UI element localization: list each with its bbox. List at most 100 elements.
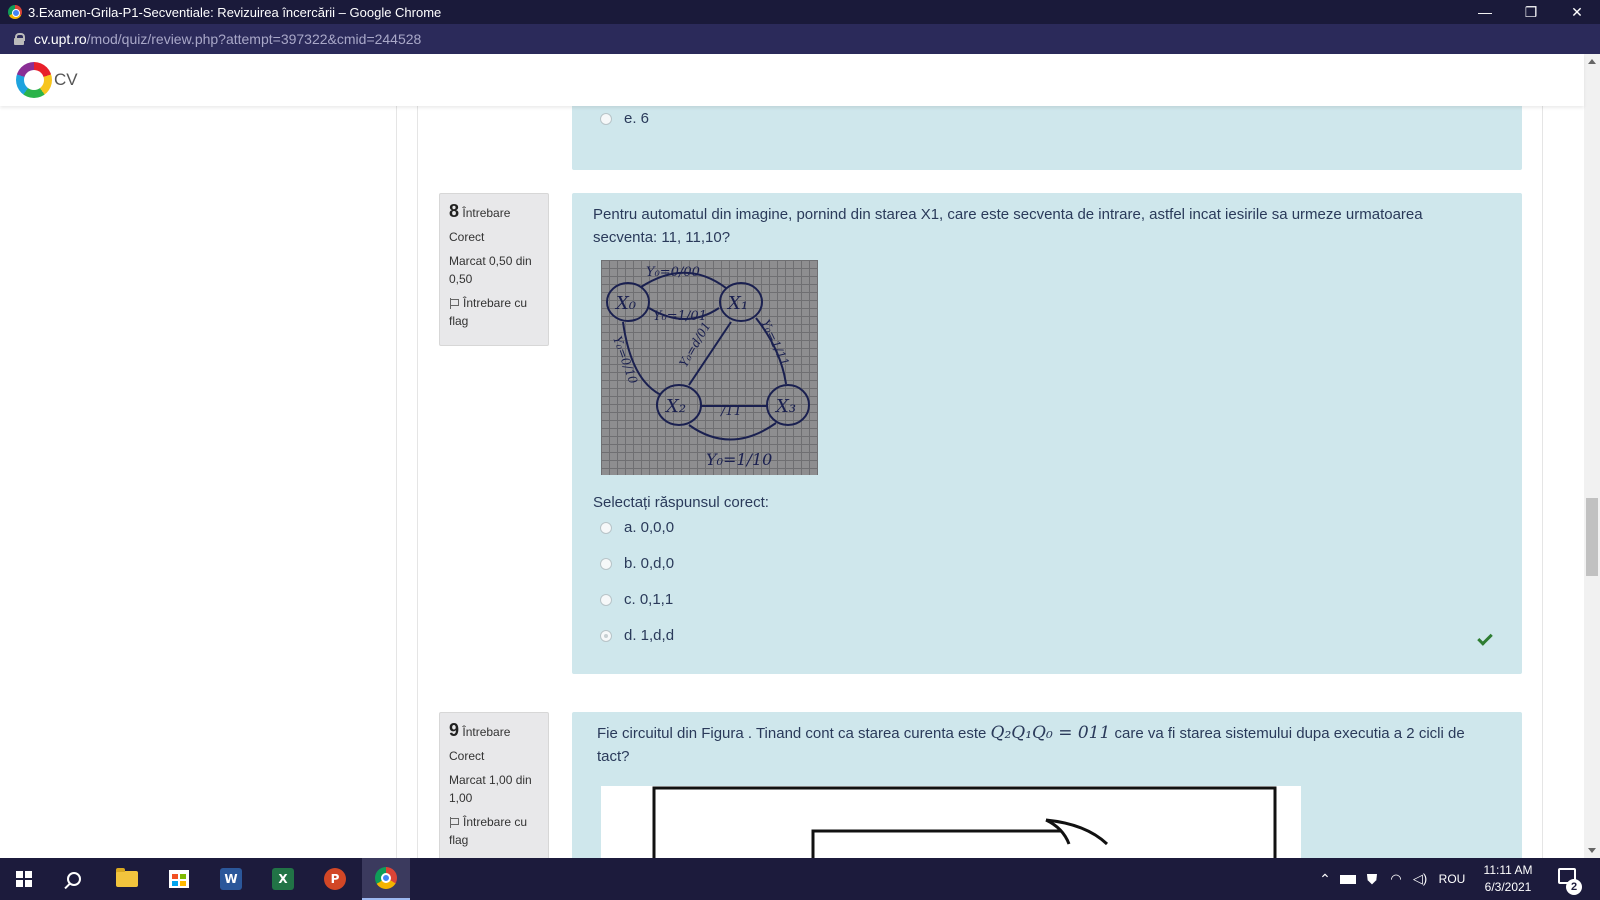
- flag-question-link[interactable]: Întrebare cu flag: [449, 294, 539, 330]
- circuit-figure: [601, 786, 1301, 858]
- folder-icon: [116, 868, 138, 887]
- diagram-label: Y₀=1/11: [758, 317, 792, 368]
- site-logo-text[interactable]: CV: [54, 70, 78, 90]
- diagram-label: X₃: [774, 396, 796, 417]
- diagram-label: X₂: [664, 396, 686, 417]
- flag-icon: [449, 298, 459, 309]
- chrome-icon: [8, 5, 22, 19]
- lock-icon[interactable]: [14, 33, 25, 45]
- close-button[interactable]: ✕: [1554, 0, 1600, 24]
- option-label: c. 0,1,1: [624, 591, 674, 608]
- windows-icon: [16, 871, 32, 887]
- file-explorer-button[interactable]: [103, 858, 151, 900]
- window-title: 3.Examen-Grila-P1-Secventiale: Revizuire…: [28, 4, 442, 20]
- question-text: Fie circuitul din Figura . Tinand cont c…: [597, 722, 1487, 768]
- chrome-taskbar-button[interactable]: [362, 858, 410, 900]
- answer-prompt: Selectați răspunsul corect:: [593, 494, 769, 511]
- clock-date: 6/3/2021: [1484, 880, 1532, 894]
- diagram-label: X₁: [726, 293, 748, 314]
- question-state: Corect: [449, 749, 485, 763]
- clock-time: 11:11 AM: [1483, 863, 1533, 877]
- scroll-thumb[interactable]: [1586, 498, 1598, 576]
- state-diagram-image: X₀ X₁ X₂ X₃ Y₀=0/00 Y₀=1/01 /11 Y₀=1/10 …: [601, 260, 818, 475]
- diagram-label: Y₀=0/00: [646, 265, 700, 280]
- option-label: d. 1,d,d: [624, 627, 675, 644]
- store-icon: [169, 870, 189, 888]
- diagram-label: Y₀=1/01: [653, 309, 707, 324]
- radio-button[interactable]: [600, 557, 612, 570]
- show-hidden-icons-icon[interactable]: ⌃: [1314, 871, 1336, 888]
- taskbar: W X P ⌃ ⛊ ◠ ◁) ROU 11:11 AM 6/3/2021 2: [0, 858, 1600, 900]
- chrome-icon: [375, 867, 397, 889]
- question-mark: Marcat 1,00 din 1,00: [449, 773, 532, 805]
- language-indicator[interactable]: ROU: [1432, 872, 1472, 886]
- start-button[interactable]: [0, 858, 48, 900]
- minimize-button[interactable]: —: [1462, 0, 1508, 24]
- divider: [1542, 106, 1543, 858]
- system-tray: ⌃ ⛊ ◠ ◁) ROU: [1314, 858, 1472, 900]
- address-bar[interactable]: cv.upt.ro/mod/quiz/review.php?attempt=39…: [0, 24, 1600, 54]
- scroll-up-arrow-icon[interactable]: [1588, 59, 1596, 64]
- word-button[interactable]: W: [207, 858, 255, 900]
- diagram-label: Y₀=1/10: [706, 450, 772, 469]
- powerpoint-button[interactable]: P: [311, 858, 359, 900]
- window-title-bar: 3.Examen-Grila-P1-Secventiale: Revizuire…: [0, 0, 1600, 24]
- url-path[interactable]: /mod/quiz/review.php?attempt=397322&cmid…: [87, 31, 422, 47]
- flag-label: Întrebare cu flag: [449, 815, 528, 847]
- page-scrollbar[interactable]: [1584, 54, 1600, 858]
- state-diagram: X₀ X₁ X₂ X₃ Y₀=0/00 Y₀=1/01 /11 Y₀=1/10 …: [606, 265, 810, 469]
- radio-button[interactable]: [600, 593, 612, 606]
- radio-button[interactable]: [600, 521, 612, 534]
- battery-icon[interactable]: [1336, 874, 1360, 884]
- excel-button[interactable]: X: [259, 858, 307, 900]
- diagram-label: Y₀=d/01: [676, 319, 713, 369]
- divider: [396, 106, 397, 858]
- search-button[interactable]: [50, 858, 98, 900]
- notification-count-badge: 2: [1566, 879, 1582, 895]
- powerpoint-icon: P: [324, 868, 346, 890]
- circuit-diagram: [652, 786, 1277, 858]
- question-label: Întrebare: [462, 725, 511, 739]
- volume-icon[interactable]: ◁): [1408, 871, 1432, 887]
- site-header: CV: [0, 54, 1584, 106]
- answer-option-a[interactable]: a. 0,0,0: [600, 519, 674, 536]
- answer-option-d[interactable]: d. 1,d,d: [600, 627, 674, 644]
- answer-option-c[interactable]: c. 0,1,1: [600, 591, 673, 608]
- cv-logo-icon[interactable]: [16, 62, 52, 98]
- diagram-label: X₀: [614, 293, 636, 314]
- excel-icon: X: [272, 868, 294, 890]
- option-label: e. 6: [624, 110, 650, 127]
- url-domain[interactable]: cv.upt.ro: [34, 31, 87, 47]
- security-icon[interactable]: ⛊: [1360, 871, 1384, 888]
- question-text-before: Fie circuitul din Figura . Tinand cont c…: [597, 725, 987, 742]
- window-controls: — ❐ ✕: [1462, 0, 1600, 24]
- radio-button-selected[interactable]: [600, 629, 612, 642]
- search-icon: [67, 872, 81, 886]
- wifi-icon[interactable]: ◠: [1384, 871, 1408, 887]
- word-icon: W: [220, 868, 242, 890]
- radio-button[interactable]: [600, 112, 612, 125]
- question-text: Pentru automatul din imagine, pornind di…: [593, 206, 1423, 246]
- question-number: 8: [449, 201, 460, 221]
- question-number: 9: [449, 720, 460, 740]
- clock[interactable]: 11:11 AM 6/3/2021: [1478, 862, 1538, 896]
- store-button[interactable]: [155, 858, 203, 900]
- diagram-label: /11: [719, 404, 742, 419]
- question-9-info: 9 Întrebare Corect Marcat 1,00 din 1,00 …: [439, 712, 549, 858]
- question-label: Întrebare: [462, 206, 511, 220]
- diagram-label: Y₀=0/10: [610, 334, 640, 386]
- option-label: a. 0,0,0: [624, 519, 675, 536]
- scroll-down-arrow-icon[interactable]: [1588, 848, 1596, 853]
- restore-button[interactable]: ❐: [1508, 0, 1554, 24]
- answer-option[interactable]: e. 6: [600, 110, 649, 127]
- page-content: e. 6 8 Întrebare Corect Marcat 0,50 din …: [0, 106, 1584, 858]
- answer-option-b[interactable]: b. 0,d,0: [600, 555, 674, 572]
- option-label: b. 0,d,0: [624, 555, 675, 572]
- divider: [417, 106, 418, 858]
- edge-x2-x3: [688, 422, 777, 441]
- state-formula: Q₂Q₁Q₀ = 011: [990, 723, 1111, 743]
- flag-question-link[interactable]: Întrebare cu flag: [449, 813, 539, 849]
- question-8-info: 8 Întrebare Corect Marcat 0,50 din 0,50 …: [439, 193, 549, 346]
- flag-icon: [449, 817, 459, 828]
- flag-label: Întrebare cu flag: [449, 296, 528, 328]
